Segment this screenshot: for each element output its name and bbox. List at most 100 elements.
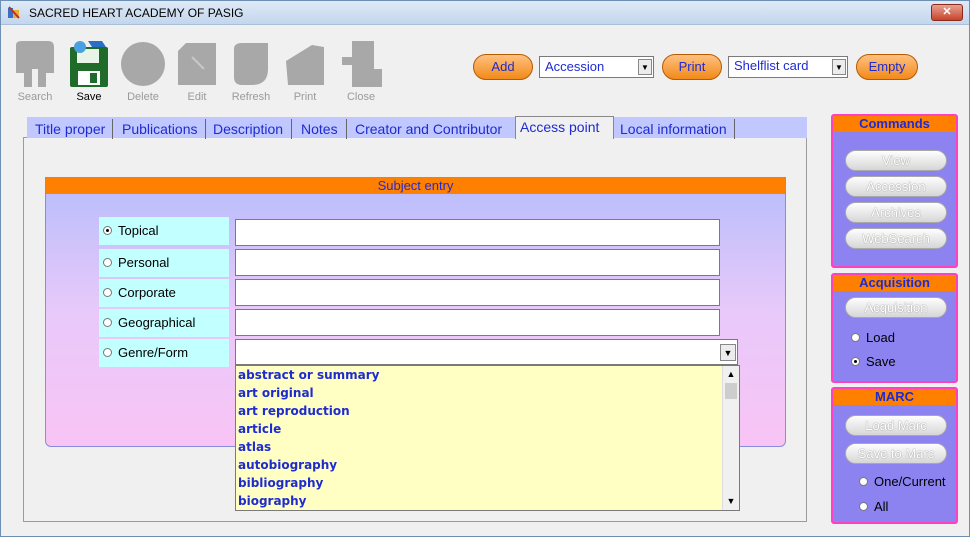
- edit-button[interactable]: Edit: [173, 39, 221, 105]
- radio-personal[interactable]: Personal: [99, 249, 229, 277]
- websearch-button[interactable]: WebSearch: [845, 228, 947, 249]
- list-item[interactable]: article: [236, 420, 739, 438]
- radio-icon: [103, 318, 112, 327]
- printer-icon: [286, 45, 324, 85]
- archives-button[interactable]: Archives: [845, 202, 947, 223]
- radio-genre-form[interactable]: Genre/Form: [99, 339, 229, 367]
- radio-icon: [851, 333, 860, 342]
- subject-entry-header: Subject entry: [46, 178, 785, 194]
- genre-form-select[interactable]: ▼: [235, 339, 738, 365]
- list-scrollbar[interactable]: ▲ ▼: [722, 366, 739, 510]
- radio-one-current[interactable]: One/Current: [859, 474, 946, 489]
- radio-icon: [859, 502, 868, 511]
- radio-label: All: [874, 499, 889, 514]
- chevron-down-icon[interactable]: ▼: [720, 344, 736, 361]
- tab-notes[interactable]: Notes: [301, 119, 347, 139]
- window-title: SACRED HEART ACADEMY OF PASIG: [29, 6, 244, 20]
- edit-label: Edit: [187, 91, 207, 103]
- tab-title-proper[interactable]: Title proper: [35, 119, 113, 139]
- app-icon: [8, 6, 20, 19]
- shelflist-select[interactable]: Shelflist card ▼: [728, 56, 848, 78]
- tab-local-information[interactable]: Local information: [620, 119, 735, 139]
- search-icon: [16, 41, 54, 87]
- tab-publications[interactable]: Publications: [122, 119, 206, 139]
- radio-save[interactable]: Save: [851, 354, 896, 369]
- accession-value: Accession: [545, 59, 605, 74]
- radio-icon: [103, 258, 112, 267]
- chevron-down-icon[interactable]: ▼: [638, 59, 652, 75]
- print-label: Print: [293, 91, 317, 103]
- geographical-input[interactable]: [235, 309, 720, 336]
- tab-creator-contributor[interactable]: Creator and Contributor: [355, 119, 513, 139]
- radio-icon: [103, 288, 112, 297]
- edit-icon: [178, 43, 216, 85]
- acquisition-header: Acquisition: [833, 275, 956, 291]
- chevron-down-icon[interactable]: ▼: [832, 59, 846, 75]
- search-button[interactable]: Search: [11, 39, 59, 105]
- radio-label: One/Current: [874, 474, 946, 489]
- list-item[interactable]: biography: [236, 492, 739, 510]
- radio-label: Geographical: [118, 315, 196, 330]
- delete-icon: [121, 42, 165, 86]
- delete-label: Delete: [127, 91, 159, 103]
- scroll-thumb[interactable]: [725, 383, 737, 399]
- scroll-up-icon[interactable]: ▲: [723, 367, 739, 382]
- corporate-input[interactable]: [235, 279, 720, 306]
- personal-input[interactable]: [235, 249, 720, 276]
- empty-button[interactable]: Empty: [856, 54, 918, 80]
- list-item[interactable]: autobiography: [236, 456, 739, 474]
- radio-geographical[interactable]: Geographical: [99, 309, 229, 337]
- radio-corporate[interactable]: Corporate: [99, 279, 229, 307]
- radio-label: Genre/Form: [118, 345, 189, 360]
- app-window: SACRED HEART ACADEMY OF PASIG ✕ Search S…: [0, 0, 970, 537]
- list-item[interactable]: bibliography: [236, 474, 739, 492]
- marc-panel: MARC Load Marc Save to Marc One/Current …: [831, 387, 958, 524]
- commands-header: Commands: [833, 116, 956, 132]
- close-label: Close: [346, 91, 376, 103]
- radio-all[interactable]: All: [859, 499, 888, 514]
- save-to-marc-button[interactable]: Save to Marc: [845, 443, 947, 464]
- shelflist-value: Shelflist card: [734, 58, 809, 73]
- list-item[interactable]: art original: [236, 384, 739, 402]
- list-item[interactable]: art reproduction: [236, 402, 739, 420]
- refresh-label: Refresh: [231, 91, 271, 103]
- save-button[interactable]: Save: [65, 39, 113, 105]
- close-window-button[interactable]: ✕: [931, 4, 963, 21]
- list-item[interactable]: abstract or summary: [236, 366, 739, 384]
- print-button[interactable]: Print: [281, 39, 329, 105]
- tab-access-point[interactable]: Access point: [515, 116, 614, 139]
- load-marc-button[interactable]: Load Marc: [845, 415, 947, 436]
- genre-form-dropdown-list[interactable]: abstract or summary art original art rep…: [235, 365, 740, 511]
- refresh-icon: [234, 43, 268, 85]
- view-button[interactable]: View: [845, 150, 947, 171]
- acquisition-panel: Acquisition Acquisition Load Save: [831, 273, 958, 383]
- accession-select[interactable]: Accession ▼: [539, 56, 654, 78]
- radio-icon: [859, 477, 868, 486]
- save-icon: [70, 41, 108, 87]
- radio-label: Corporate: [118, 285, 176, 300]
- close-button[interactable]: Close: [337, 39, 385, 105]
- commands-panel: Commands View Accession Archives WebSear…: [831, 114, 958, 268]
- radio-label: Load: [866, 330, 895, 345]
- list-item[interactable]: atlas: [236, 438, 739, 456]
- accession-button[interactable]: Accession: [845, 176, 947, 197]
- topical-input[interactable]: [235, 219, 720, 246]
- search-label: Search: [17, 91, 53, 103]
- delete-button[interactable]: Delete: [119, 39, 167, 105]
- save-label: Save: [76, 91, 102, 103]
- title-bar: SACRED HEART ACADEMY OF PASIG ✕: [1, 1, 969, 25]
- acquisition-button[interactable]: Acquisition: [845, 297, 947, 318]
- radio-topical[interactable]: Topical: [99, 217, 229, 245]
- add-button[interactable]: Add: [473, 54, 533, 80]
- radio-label: Personal: [118, 255, 170, 270]
- scroll-down-icon[interactable]: ▼: [723, 494, 739, 509]
- refresh-button[interactable]: Refresh: [227, 39, 275, 105]
- door-icon: [342, 41, 382, 87]
- radio-label: Save: [866, 354, 896, 369]
- radio-load[interactable]: Load: [851, 330, 895, 345]
- marc-header: MARC: [833, 389, 956, 405]
- radio-selected-icon: [851, 357, 860, 366]
- radio-selected-icon: [103, 226, 112, 235]
- tab-description[interactable]: Description: [213, 119, 292, 139]
- print-action-button[interactable]: Print: [662, 54, 722, 80]
